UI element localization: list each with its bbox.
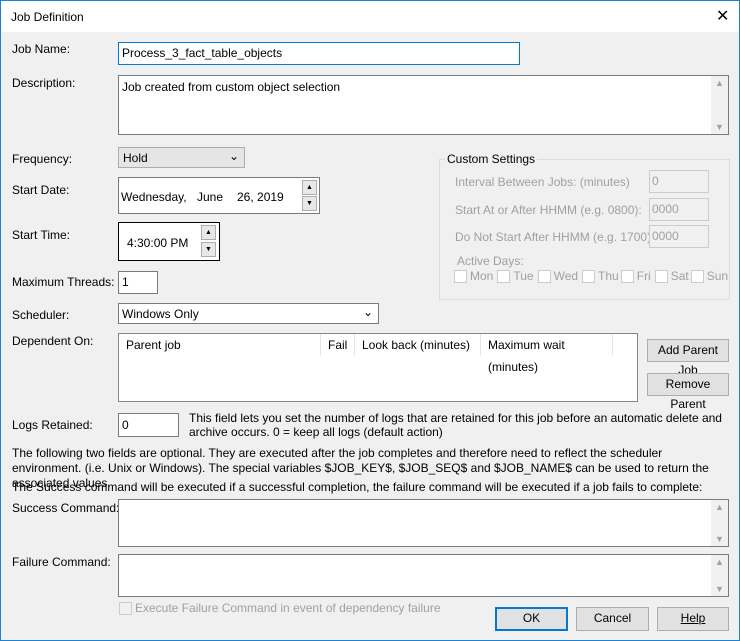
start-date-picker[interactable]: Wednesday, June 26, 2019 ▲ ▼ — [118, 177, 320, 214]
logs-help-text: This field lets you set the number of lo… — [189, 411, 722, 439]
interval-value: 0 — [652, 174, 659, 188]
start-after-label: Start At or After HHMM (e.g. 0800): — [455, 203, 642, 217]
chevron-down-icon: ⌄ — [228, 149, 239, 163]
day-checkbox-tue[interactable]: Tue — [497, 269, 537, 284]
frequency-value: Hold — [123, 151, 148, 165]
logs-retained-value: 0 — [122, 418, 129, 432]
success-command-label: Success Command: — [12, 501, 120, 515]
scrollbar[interactable]: ▲ ▼ — [711, 500, 728, 546]
day-year: 26, 2019 — [237, 190, 284, 204]
day-checkbox-sun[interactable]: Sun — [690, 269, 728, 284]
cancel-button[interactable]: Cancel — [576, 607, 649, 631]
active-days: Mon Tue Wed Thu Fri Sat Sun — [454, 269, 728, 284]
window-title: Job Definition — [11, 10, 84, 24]
title-bar: Job Definition ✕ — [1, 1, 739, 32]
day-checkbox-fri[interactable]: Fri — [620, 269, 655, 284]
ok-button[interactable]: OK — [495, 607, 568, 631]
description-label: Description: — [12, 76, 76, 90]
column-header-parent-job[interactable]: Parent job — [119, 334, 321, 356]
spin-down-icon[interactable]: ▼ — [302, 196, 317, 211]
success-command-input[interactable]: ▲ ▼ — [118, 499, 729, 547]
remove-parent-button[interactable]: Remove Parent — [647, 373, 729, 411]
job-name-label: Job Name: — [12, 42, 71, 56]
chevron-down-icon: ⌄ — [362, 305, 373, 319]
job-definition-dialog: Job Definition ✕ Job Name: Process_3_fac… — [0, 0, 740, 641]
custom-settings-title: Custom Settings — [445, 152, 538, 166]
scheduler-label: Scheduler: — [12, 308, 70, 322]
start-time-value: 4:30:00 PM — [127, 236, 189, 250]
start-after-value: 0000 — [652, 202, 679, 216]
max-threads-value: 1 — [122, 275, 129, 289]
help-button[interactable]: Help — [657, 607, 729, 631]
max-threads-label: Maximum Threads: — [12, 275, 115, 289]
exec-failure-checkbox[interactable]: Execute Failure Command in event of depe… — [119, 601, 441, 616]
description-input[interactable]: Job created from custom object selection… — [118, 75, 729, 135]
not-after-label: Do Not Start After HHMM (e.g. 1700): — [455, 230, 655, 244]
column-header-max-wait[interactable]: Maximum wait (minutes) — [481, 334, 613, 374]
spin-up-icon[interactable]: ▲ — [201, 225, 216, 240]
spin-up-icon[interactable]: ▲ — [302, 180, 317, 195]
exec-failure-label: Execute Failure Command in event of depe… — [135, 601, 441, 615]
start-after-input[interactable]: 0000 — [649, 198, 709, 221]
failure-command-input[interactable]: ▲ ▼ — [118, 554, 729, 597]
day-checkbox-wed[interactable]: Wed — [537, 269, 582, 284]
dependent-on-label: Dependent On: — [12, 334, 94, 348]
dependent-jobs-list[interactable]: Parent job Fail Look back (minutes) Maxi… — [118, 333, 638, 402]
not-after-value: 0000 — [652, 229, 679, 243]
add-parent-job-button[interactable]: Add Parent Job — [647, 339, 729, 377]
scheduler-value: Windows Only — [122, 307, 199, 321]
scheduler-select[interactable]: Windows Only ⌄ — [118, 303, 379, 324]
day-checkbox-mon[interactable]: Mon — [454, 269, 497, 284]
max-threads-input[interactable]: 1 — [118, 271, 158, 294]
not-after-input[interactable]: 0000 — [649, 225, 709, 248]
start-date-label: Start Date: — [12, 183, 70, 197]
command-info-text: The Success command will be executed if … — [12, 480, 703, 494]
interval-input[interactable]: 0 — [649, 170, 709, 193]
frequency-select[interactable]: Hold ⌄ — [118, 147, 245, 168]
spin-down-icon[interactable]: ▼ — [201, 242, 216, 257]
day-checkbox-sat[interactable]: Sat — [654, 269, 691, 284]
description-value: Job created from custom object selection — [122, 80, 341, 94]
month: June — [197, 190, 224, 204]
start-time-picker[interactable]: 4:30:00 PM ▲ ▼ — [118, 222, 220, 261]
job-name-input[interactable]: Process_3_fact_table_objects — [118, 42, 520, 65]
start-time-label: Start Time: — [12, 228, 71, 242]
active-days-label: Active Days: — [457, 254, 524, 268]
interval-label: Interval Between Jobs: (minutes) — [455, 175, 630, 189]
weekday: Wednesday, — [121, 190, 187, 204]
logs-retained-label: Logs Retained: — [12, 418, 93, 432]
job-name-value: Process_3_fact_table_objects — [122, 46, 283, 60]
column-header-look-back[interactable]: Look back (minutes) — [355, 334, 481, 356]
logs-retained-input[interactable]: 0 — [118, 413, 179, 437]
column-header-fail[interactable]: Fail — [321, 334, 355, 356]
close-icon[interactable]: ✕ — [716, 6, 729, 26]
scrollbar[interactable]: ▲ ▼ — [711, 76, 728, 134]
frequency-label: Frequency: — [12, 152, 73, 166]
scrollbar[interactable]: ▲ ▼ — [711, 555, 728, 596]
day-checkbox-thu[interactable]: Thu — [582, 269, 621, 284]
failure-command-label: Failure Command: — [12, 555, 111, 569]
